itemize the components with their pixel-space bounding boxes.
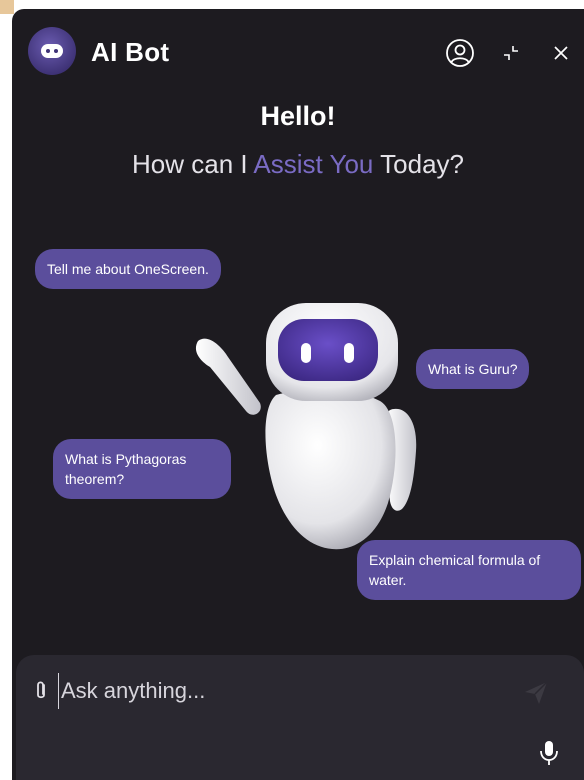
suggestion-chip-guru[interactable]: What is Guru? [416,349,530,389]
robot-illustration [184,291,420,553]
subtitle-prefix: How can I [132,149,254,179]
chat-header: AI Bot [12,9,584,95]
microphone-icon[interactable] [538,739,560,767]
page-frame: AI Bot Hello! How can I Assist You Today… [0,0,584,780]
send-icon[interactable] [522,679,550,707]
greeting-subtitle: How can I Assist You Today? [12,149,584,180]
subtitle-accent: Assist You [253,149,374,179]
paperclip-icon[interactable] [32,680,50,702]
bot-logo-face [41,44,63,58]
ask-input[interactable] [58,673,503,709]
message-composer [16,655,584,780]
suggestion-chip-onescreen[interactable]: Tell me about OneScreen. [35,249,221,289]
minimize-icon[interactable] [496,38,526,68]
greeting-title: Hello! [260,101,336,131]
subtitle-suffix: Today? [373,149,464,179]
profile-icon[interactable] [445,38,475,68]
bot-logo-icon [28,27,76,75]
close-icon[interactable] [546,38,576,68]
chat-title: AI Bot [91,37,170,67]
